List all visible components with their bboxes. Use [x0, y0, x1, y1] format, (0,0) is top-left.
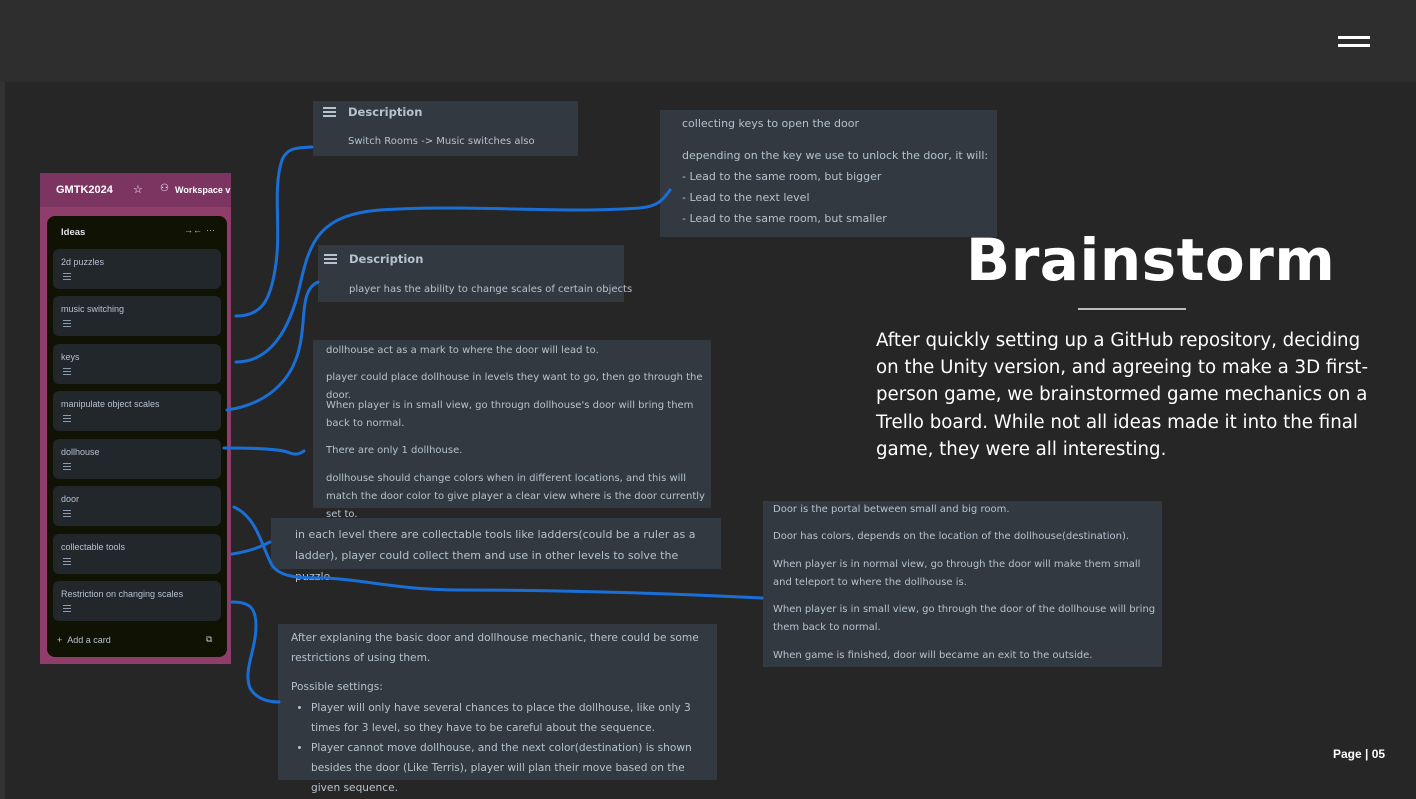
slide-title: Brainstorm	[966, 226, 1336, 294]
connector-dollhouse	[222, 446, 306, 456]
page-number: Page | 05	[1333, 747, 1386, 761]
slide-paragraph: After quickly setting up a GitHub reposi…	[876, 330, 1369, 460]
connector-door	[232, 505, 764, 600]
connector-restriction	[230, 600, 281, 704]
title-divider	[1078, 308, 1186, 310]
connector-music	[234, 145, 314, 318]
